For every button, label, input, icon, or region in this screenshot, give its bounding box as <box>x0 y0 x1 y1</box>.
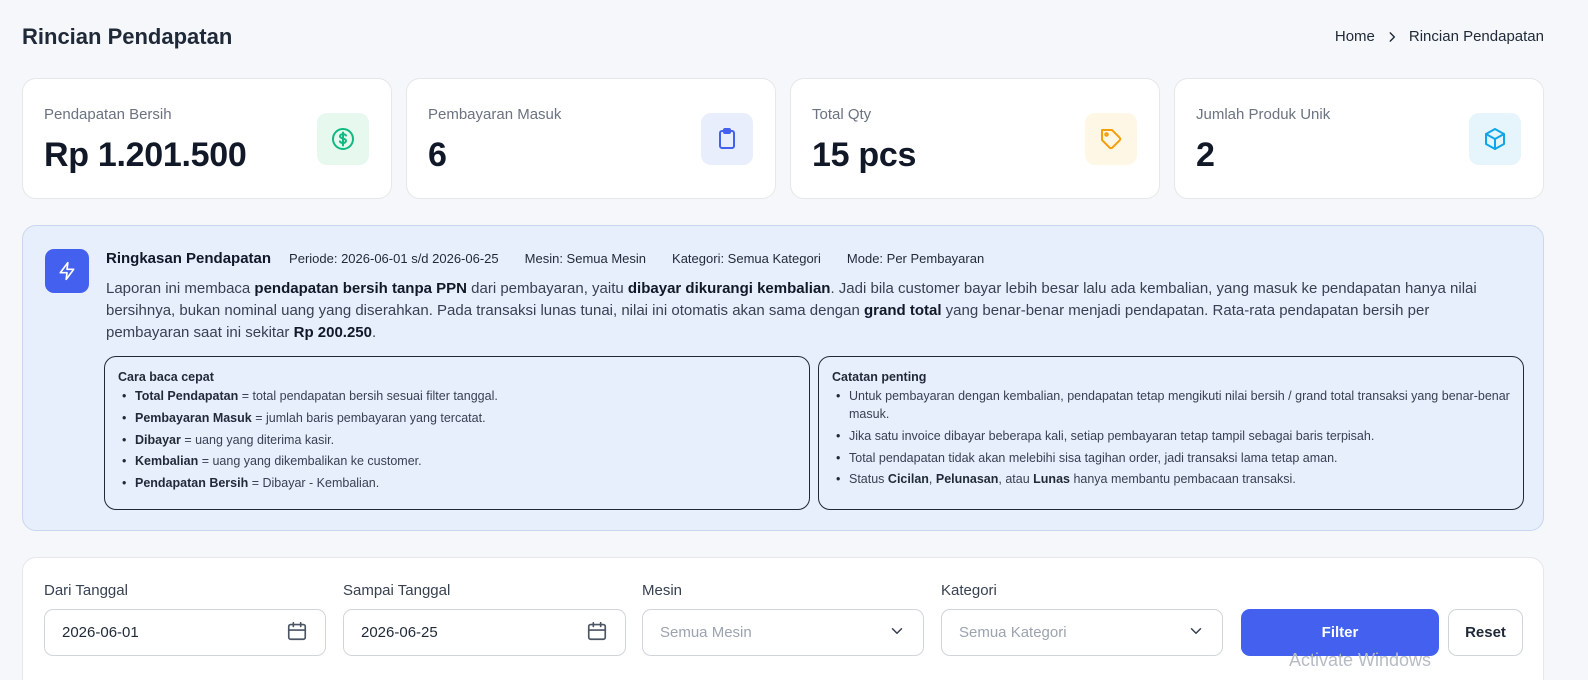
summary-description: Laporan ini membaca pendapatan bersih ta… <box>106 280 1477 341</box>
cube-icon <box>1469 113 1521 165</box>
revenue-summary-panel: Ringkasan Pendapatan Periode: 2026-06-01… <box>22 225 1544 531</box>
breadcrumb-current: Rincian Pendapatan <box>1408 28 1544 45</box>
notes-box: Catatan penting Untuk pembayaran dengan … <box>818 356 1524 510</box>
stat-label: Jumlah Produk Unik <box>1196 106 1331 123</box>
list-item: Pendapatan Bersih = Dibayar - Kembalian. <box>118 474 796 492</box>
chevron-down-icon <box>888 622 906 644</box>
page-header: Rincian Pendapatan Home Rincian Pendapat… <box>22 22 1544 52</box>
summary-machine: Mesin: Semua Mesin <box>524 251 647 266</box>
stat-value: 15 pcs <box>812 136 917 174</box>
stat-value: 6 <box>428 136 447 174</box>
breadcrumb: Home Rincian Pendapatan <box>1335 28 1544 45</box>
notes-title: Catatan penting <box>832 370 927 384</box>
category-select[interactable]: Semua Kategori <box>941 609 1223 656</box>
list-item: Kembalian = uang yang dikembalikan ke cu… <box>118 452 796 470</box>
quick-read-box: Cara baca cepat Total Pendapatan = total… <box>104 356 810 510</box>
stat-label: Pembayaran Masuk <box>428 106 562 123</box>
summary-header: Ringkasan Pendapatan Periode: 2026-06-01… <box>106 250 1010 267</box>
summary-category: Kategori: Semua Kategori <box>672 251 821 266</box>
clipboard-icon <box>701 113 753 165</box>
list-item: Status Cicilan, Pelunasan, atau Lunas ha… <box>832 470 1510 488</box>
list-item: Total pendapatan tidak akan melebihi sis… <box>832 449 1510 467</box>
from-date-input[interactable]: 2026-06-01 <box>44 609 326 656</box>
calendar-icon[interactable] <box>586 620 608 646</box>
filter-button[interactable]: Filter <box>1241 609 1439 656</box>
to-date-label: Sampai Tanggal <box>343 582 451 599</box>
calendar-icon[interactable] <box>286 620 308 646</box>
lightning-icon <box>45 249 89 293</box>
windows-activation-watermark: Activate Windows <box>1289 650 1432 670</box>
chevron-right-icon <box>1385 30 1399 44</box>
stat-value: 2 <box>1196 136 1215 174</box>
stat-value: Rp 1.201.500 <box>44 136 247 174</box>
stats-row: Pendapatan Bersih Rp 1.201.500 Pembayara… <box>22 78 1544 199</box>
stat-card-total-qty: Total Qty 15 pcs <box>790 78 1160 199</box>
category-label: Kategori <box>941 582 997 599</box>
page-title: Rincian Pendapatan <box>22 24 233 49</box>
quick-read-title: Cara baca cepat <box>118 370 214 384</box>
to-date-input[interactable]: 2026-06-25 <box>343 609 626 656</box>
tag-icon <box>1085 113 1137 165</box>
summary-mode: Mode: Per Pembayaran <box>846 251 985 266</box>
summary-period: Periode: 2026-06-01 s/d 2026-06-25 <box>289 251 499 266</box>
summary-title: Ringkasan Pendapatan <box>106 250 272 267</box>
stat-label: Pendapatan Bersih <box>44 106 172 123</box>
machine-label: Mesin <box>642 582 683 599</box>
stat-card-net-revenue: Pendapatan Bersih Rp 1.201.500 <box>22 78 392 199</box>
stat-card-payments: Pembayaran Masuk 6 <box>406 78 776 199</box>
from-date-label: Dari Tanggal <box>44 582 128 599</box>
dollar-circle-icon <box>317 113 369 165</box>
list-item: Pembayaran Masuk = jumlah baris pembayar… <box>118 409 796 427</box>
breadcrumb-home[interactable]: Home <box>1335 28 1375 45</box>
list-item: Dibayar = uang yang diterima kasir. <box>118 431 796 449</box>
stat-label: Total Qty <box>812 106 872 123</box>
machine-select[interactable]: Semua Mesin <box>642 609 924 656</box>
reset-button[interactable]: Reset <box>1448 609 1523 656</box>
stat-card-unique-products: Jumlah Produk Unik 2 <box>1174 78 1544 199</box>
list-item: Total Pendapatan = total pendapatan bers… <box>118 387 796 405</box>
chevron-down-icon <box>1187 622 1205 644</box>
quick-read-list: Total Pendapatan = total pendapatan bers… <box>118 387 796 492</box>
notes-list: Untuk pembayaran dengan kembalian, penda… <box>832 387 1510 488</box>
list-item: Untuk pembayaran dengan kembalian, penda… <box>832 387 1510 423</box>
list-item: Jika satu invoice dibayar beberapa kali,… <box>832 427 1510 445</box>
